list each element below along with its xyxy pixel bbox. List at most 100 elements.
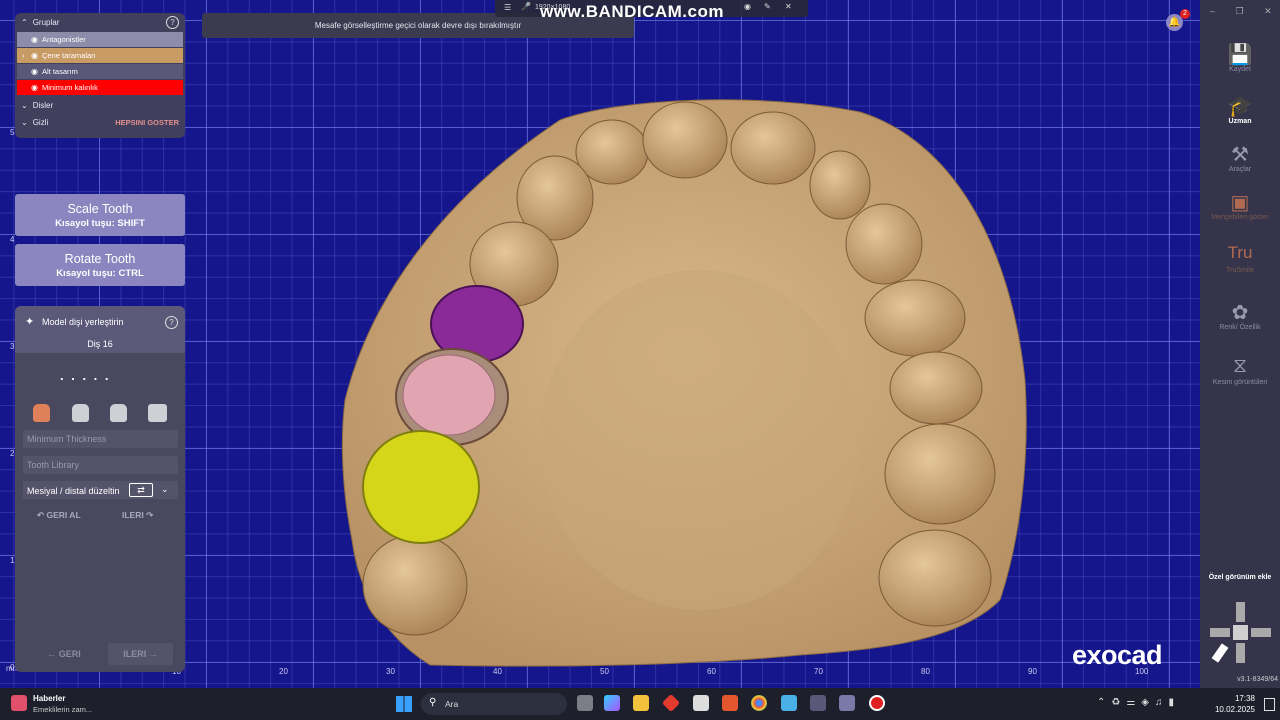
chevron-down-icon: ⌄ (21, 117, 28, 127)
chevron-down-icon[interactable]: ⌄ (161, 484, 169, 495)
groups-title: Gruplar (32, 18, 60, 27)
copilot-icon[interactable] (604, 695, 620, 711)
group-lower-design[interactable]: ◉ Alt tasarım (17, 64, 183, 79)
mesial-distal-label: Mesiyal / distal düzeltin (27, 486, 120, 496)
restore-icon[interactable]: ❐ (1236, 6, 1244, 16)
clock-time[interactable]: 17:38 (1215, 694, 1255, 703)
eye-icon[interactable]: ◉ (31, 67, 38, 76)
color-feature-button[interactable]: ✿ Renk/ Özellik (1200, 300, 1280, 331)
minimize-icon[interactable]: – (1210, 6, 1215, 16)
exocad-logo: exocad (1072, 640, 1163, 670)
bandicam-watermark: www.BANDICAM.com (540, 2, 724, 21)
save-icon: 💾 (1227, 44, 1253, 66)
close-window-icon[interactable]: ✕ (1264, 6, 1272, 16)
window-controls: – ❐ ✕ (1210, 6, 1272, 17)
undo-label: GERI AL (46, 510, 81, 520)
save-label: Kaydet (1229, 66, 1251, 73)
tools-button[interactable]: ⚒ Araçlar (1200, 142, 1280, 173)
eye-icon[interactable]: ◉ (31, 51, 38, 60)
notification-count: 2 (1180, 9, 1190, 19)
graduation-cap-icon: 🎓 (1227, 96, 1253, 118)
windows-start-icon[interactable] (396, 696, 412, 712)
notepad-icon[interactable] (781, 695, 797, 711)
trusmile-label: TruSmile (1226, 267, 1254, 274)
teeth-group[interactable]: ⌄ Disler (15, 96, 185, 114)
expert-button[interactable]: 🎓 Uzman (1200, 94, 1280, 125)
exocad-app-icon[interactable] (810, 695, 826, 711)
rotate-tooth-button[interactable]: Rotate Tooth Kısayol tuşu: CTRL (15, 244, 185, 286)
tray-icons[interactable]: ⌃♻⚌◈♫▮ (1097, 697, 1180, 708)
color-label: Renk/ Özellik (1219, 324, 1261, 331)
group-label: Çene taramaları (41, 51, 96, 60)
trusmile-icon: Tru (1227, 243, 1253, 262)
groups-header[interactable]: ⌃ Gruplar ? (15, 13, 185, 32)
tooth-pink (402, 354, 496, 436)
mic-icon[interactable]: 🎤 (521, 2, 531, 11)
right-toolbar: – ❐ ✕ 💾 Kaydet 🎓 Uzman ⚒ Araçlar ▣ Menşebile… (1200, 0, 1280, 688)
task-view-icon[interactable] (577, 695, 593, 711)
trusmile-button[interactable]: Tru TruSmile (1200, 243, 1280, 274)
pen-icon[interactable]: ✎ (764, 2, 771, 11)
rotate-title: Rotate Tooth (64, 252, 136, 266)
scale-title: Scale Tooth (67, 202, 133, 216)
file-explorer-icon[interactable] (633, 695, 649, 711)
save-button[interactable]: 💾 Kaydet (1200, 42, 1280, 73)
store-icon[interactable] (693, 695, 709, 711)
hidden-group[interactable]: ⌄ Gizli HEPSINI GOSTER (15, 114, 185, 130)
minimum-thickness-dropdown[interactable]: Minimum Thickness (23, 430, 178, 448)
swap-icon[interactable]: ⇄ (129, 483, 153, 497)
chevron-right-icon[interactable]: › (22, 51, 25, 60)
rotate-shortcut: Kısayol tuşu: CTRL (56, 268, 144, 279)
tooth-library-dropdown[interactable]: Tooth Library (23, 456, 178, 474)
chevron-down-icon: ⌄ (21, 100, 28, 110)
windows-taskbar: Haberler Emeklilerin zam... ⚲ Ara ⌃♻⚌◈♫▮… (0, 688, 1280, 720)
back-button[interactable]: ← GERI (33, 643, 95, 665)
teeth-label: Disler (32, 100, 54, 110)
show-saved-button[interactable]: ▣ Menşebileri göster (1200, 190, 1280, 221)
tools-label: Araçlar (1228, 166, 1252, 173)
show-all-button[interactable]: HEPSINI GOSTER (115, 118, 179, 127)
news-subtitle: Emeklilerin zam... (33, 705, 93, 714)
redo-label: ILERI (122, 510, 144, 520)
redo-button[interactable]: ILERI ↷ (122, 510, 153, 521)
custom-view-label[interactable]: Özel görünüm ekle (1200, 574, 1280, 581)
view-navigation-cube[interactable] (1208, 600, 1273, 665)
notification-center-icon[interactable] (1264, 698, 1275, 711)
tools-icon: ⚒ (1231, 144, 1249, 166)
help-icon[interactable]: ? (166, 16, 179, 29)
group-jaw-scans[interactable]: › ◉ Çene taramaları (17, 48, 183, 63)
tooth-placement-wizard: ✦ Model dişi yerleştirin ? Diş 16 . . . … (15, 306, 185, 672)
group-min-thickness[interactable]: ◉ Minimum kalınlık (17, 80, 183, 95)
news-title[interactable]: Haberler (33, 694, 65, 703)
eye-icon[interactable]: ◉ (31, 83, 38, 92)
tooth-bridge-icon[interactable] (148, 404, 167, 422)
next-button[interactable]: ILERI → (108, 643, 173, 665)
help-icon[interactable]: ? (165, 316, 178, 329)
back-label: GERI (58, 649, 81, 659)
office-icon[interactable] (722, 695, 738, 711)
expert-label: Uzman (1228, 118, 1252, 125)
taskbar-search[interactable]: ⚲ Ara (421, 693, 567, 715)
news-icon[interactable] (11, 695, 27, 711)
camera-icon[interactable]: ◉ (744, 2, 751, 11)
menu-icon[interactable]: ☰ (504, 3, 511, 12)
dental-app-icon[interactable] (839, 695, 855, 711)
tooth-crown-orange-icon[interactable] (33, 404, 50, 422)
next-label: ILERI (123, 649, 147, 659)
group-label: Minimum kalınlık (41, 83, 98, 92)
chrome-icon[interactable] (751, 695, 767, 711)
group-label: Antagonistler (41, 35, 86, 44)
close-icon[interactable]: ✕ (785, 2, 792, 11)
tooth-crown-icon[interactable] (72, 404, 89, 422)
eye-off-icon[interactable]: ◉ (31, 35, 38, 44)
bandicam-icon[interactable] (869, 695, 885, 711)
group-antagonists[interactable]: ◉ Antagonistler (17, 32, 183, 47)
groups-panel: ⌃ Gruplar ? ◉ Antagonistler › ◉ Çene tarama… (15, 13, 185, 138)
section-views-button[interactable]: ⧖ Kesim görüntüleri (1200, 355, 1280, 386)
undo-button[interactable]: ↶ GERI AL (37, 510, 81, 521)
anydesk-icon[interactable] (661, 693, 681, 713)
clock-date[interactable]: 10.02.2025 (1205, 705, 1255, 714)
group-label: Alt tasarım (41, 67, 78, 76)
scale-tooth-button[interactable]: Scale Tooth Kısayol tuşu: SHIFT (15, 194, 185, 236)
tooth-coping-icon[interactable] (110, 404, 127, 422)
